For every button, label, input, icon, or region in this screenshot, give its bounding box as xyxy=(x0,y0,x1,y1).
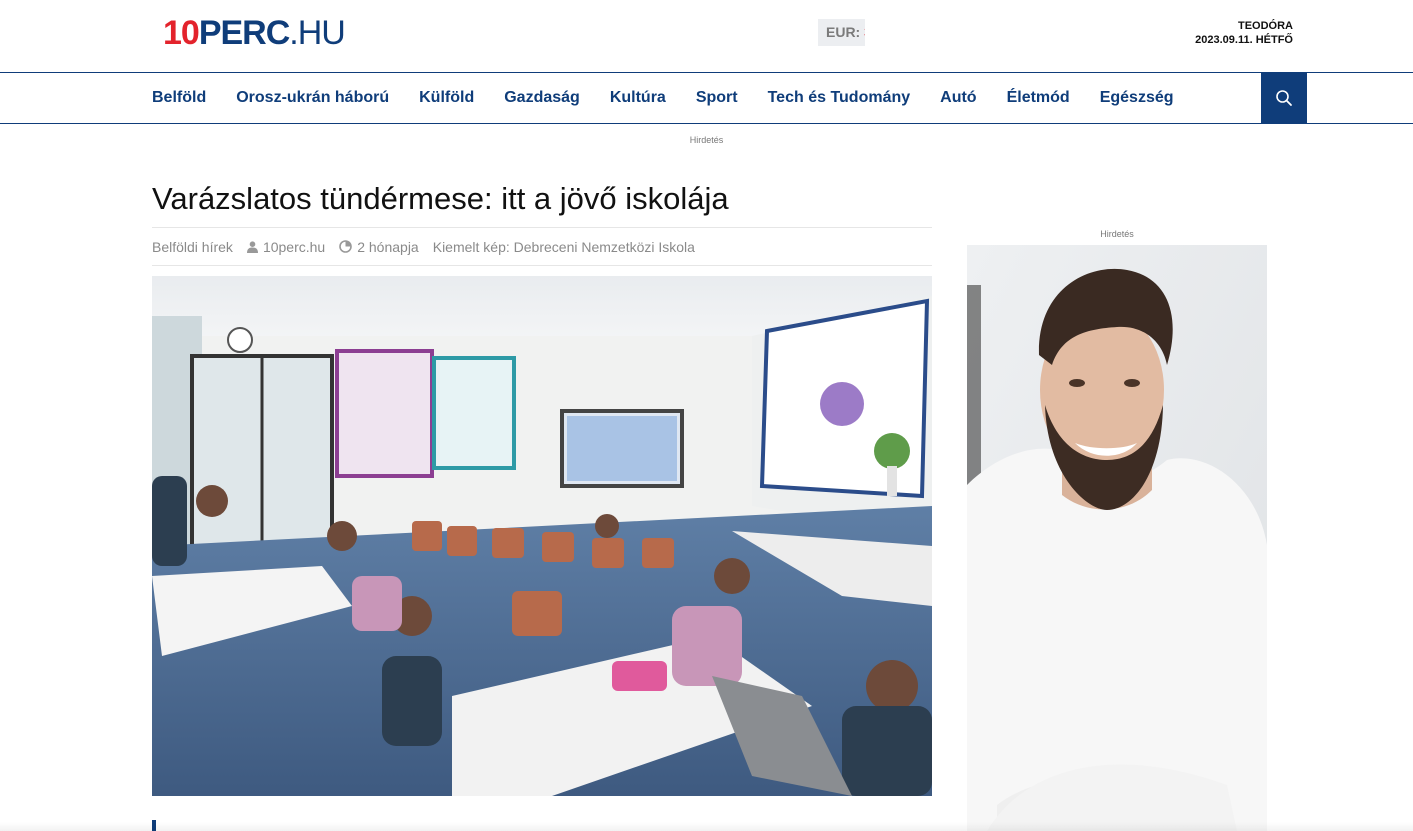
site-logo[interactable]: 10 PERC .HU xyxy=(163,14,346,52)
time-ago: 2 hónapja xyxy=(357,238,419,255)
search-button[interactable] xyxy=(1261,73,1307,123)
nameday-block: TEODÓRA 2023.09.11. HÉTFŐ xyxy=(1195,19,1293,47)
nav-item-orosz-ukran-haboru[interactable]: Orosz-ukrán háború xyxy=(236,89,389,107)
nav-item-tech-es-tudomany[interactable]: Tech és Tudomány xyxy=(768,89,911,107)
logo-domain: .HU xyxy=(289,14,346,52)
ad-label-top: Hirdetés xyxy=(689,135,724,145)
article-title: Varázslatos tündérmese: itt a jövő iskol… xyxy=(152,181,729,216)
ad-label-side: Hirdetés xyxy=(1100,229,1134,239)
logo-number: 10 xyxy=(163,14,200,52)
main-nav: Belföld Orosz-ukrán háború Külföld Gazda… xyxy=(0,72,1413,124)
article-category[interactable]: Belföldi hírek xyxy=(152,239,233,255)
article-hero-image xyxy=(152,276,932,796)
clock-icon xyxy=(339,240,353,253)
page-bottom-edge xyxy=(0,822,1413,831)
nav-item-eletmod[interactable]: Életmód xyxy=(1007,89,1070,107)
nav-item-auto[interactable]: Autó xyxy=(940,89,976,107)
logo-word: PERC xyxy=(198,14,290,52)
author-name: 10perc.hu xyxy=(262,238,326,255)
ticker-value: 3 xyxy=(864,24,865,40)
ticker-label: EUR: xyxy=(826,24,861,40)
nav-item-kultura[interactable]: Kultúra xyxy=(610,89,666,107)
search-icon xyxy=(1276,90,1292,106)
sidebar-ad-banner[interactable] xyxy=(967,245,1267,831)
nav-item-belfold[interactable]: Belföld xyxy=(152,89,206,107)
nav-item-sport[interactable]: Sport xyxy=(696,89,738,107)
article-time: 2 hónapja xyxy=(339,239,419,255)
nameday-name: TEODÓRA xyxy=(1238,20,1293,32)
article-meta: Belföldi hírek 10perc.hu 2 hónapja Kieme… xyxy=(152,227,932,266)
nav-item-kulfold[interactable]: Külföld xyxy=(419,89,474,107)
currency-ticker: EUR: 3 xyxy=(818,19,865,46)
site-header: 10 PERC .HU EUR: 3 TEODÓRA 2023.09.11. H… xyxy=(0,0,1413,72)
nav-item-egeszseg[interactable]: Egészség xyxy=(1100,89,1174,107)
current-date: 2023.09.11. HÉTFŐ xyxy=(1195,34,1293,46)
image-credit: Kiemelt kép: Debreceni Nemzetközi Iskola xyxy=(432,238,695,255)
article-author[interactable]: 10perc.hu xyxy=(246,238,326,255)
nav-item-gazdasag[interactable]: Gazdaság xyxy=(504,89,580,107)
user-icon xyxy=(246,240,258,253)
